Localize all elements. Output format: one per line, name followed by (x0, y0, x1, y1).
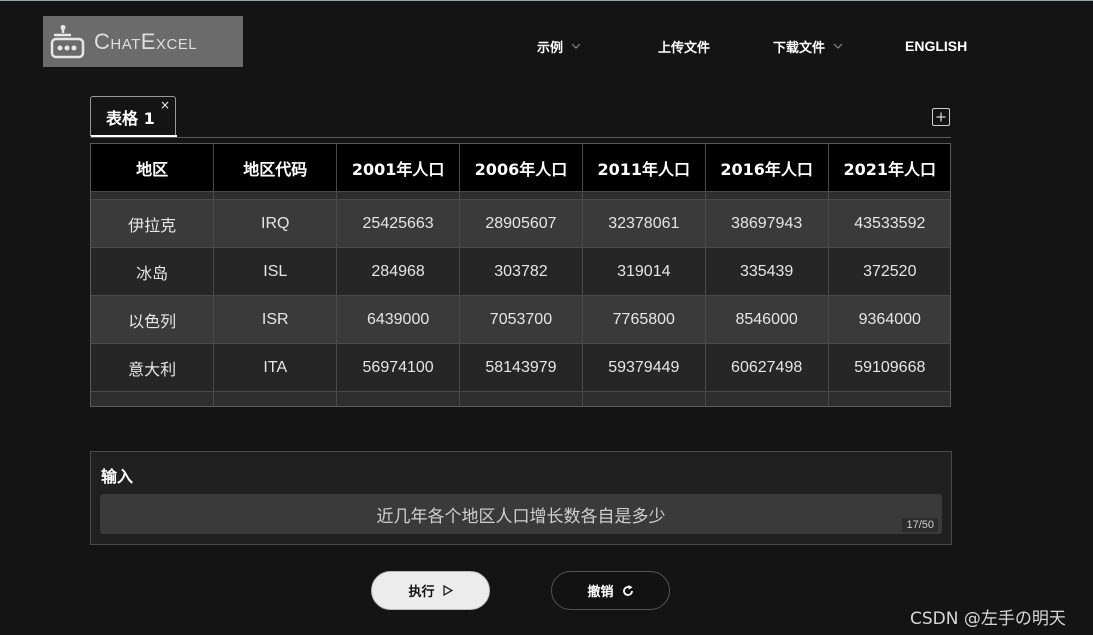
table-cell: IRQ (213, 199, 338, 248)
column-header[interactable]: 地区代码 (213, 144, 338, 192)
query-input-panel: 输入 近几年各个地区人口增长数各自是多少 17/50 (90, 451, 952, 545)
data-table-container[interactable]: 地区 地区代码 2001年人口 2006年人口 2011年人口 2016年人口 … (90, 143, 951, 407)
table-cell: 335439 (705, 247, 829, 296)
undo-button[interactable]: 撤销 (551, 571, 670, 610)
nav-english-toggle[interactable]: ENGLISH (905, 36, 967, 56)
robot-icon (48, 23, 86, 61)
table-cell: 28905607 (459, 199, 583, 248)
table-cell: ISR (213, 295, 338, 344)
table-cell: 58143979 (459, 343, 583, 392)
table-row-partial (91, 391, 950, 406)
app-logo[interactable]: ChatExcel (43, 16, 243, 67)
input-heading: 输入 (101, 467, 134, 486)
nav-example-label: 示例 (537, 40, 564, 56)
table-cell: 284968 (336, 247, 461, 296)
column-header[interactable]: 2016年人口 (705, 144, 829, 192)
tab-bar-divider (90, 137, 951, 138)
column-header[interactable]: 地区 (91, 144, 215, 192)
table-cell: 9364000 (828, 295, 950, 344)
nav-download-label: 下载文件 (773, 40, 826, 56)
table-header-row: 地区 地区代码 2001年人口 2006年人口 2011年人口 2016年人口 … (91, 144, 950, 192)
run-button[interactable]: 执行 (371, 571, 490, 610)
nav-example-menu[interactable]: 示例 (537, 36, 581, 56)
table-cell: ITA (213, 343, 338, 392)
play-icon (442, 585, 453, 596)
data-table: 地区 地区代码 2001年人口 2006年人口 2011年人口 2016年人口 … (91, 144, 950, 406)
table-cell: 8546000 (705, 295, 829, 344)
table-cell: 59379449 (582, 343, 706, 392)
chevron-down-icon (571, 43, 581, 49)
table-cell: 303782 (459, 247, 583, 296)
nav-upload-file[interactable]: 上传文件 (658, 36, 710, 56)
chevron-down-icon (833, 43, 843, 49)
refresh-icon (622, 584, 634, 597)
table-cell: 59109668 (828, 343, 950, 392)
tab-sheet-1[interactable]: 表格 1 × (90, 96, 176, 136)
column-header[interactable]: 2001年人口 (336, 144, 461, 192)
close-icon[interactable]: × (160, 98, 170, 112)
query-input-text: 近几年各个地区人口增长数各自是多少 (376, 506, 666, 527)
table-cell: 6439000 (336, 295, 461, 344)
table-cell: 38697943 (705, 199, 829, 248)
column-header[interactable]: 2011年人口 (582, 144, 706, 192)
plus-icon (936, 112, 946, 122)
run-button-label: 执行 (408, 585, 435, 600)
table-cell: 32378061 (582, 199, 706, 248)
logo-text: ChatExcel (94, 28, 198, 54)
column-header[interactable]: 2021年人口 (828, 144, 950, 192)
table-cell: 7053700 (459, 295, 583, 344)
char-counter: 17/50 (902, 518, 938, 532)
table-cell: 319014 (582, 247, 706, 296)
table-row-partial (91, 191, 950, 200)
watermark-text: CSDN @左手の明天 (910, 609, 1066, 629)
table-cell: 25425663 (336, 199, 461, 248)
undo-button-label: 撤销 (587, 585, 614, 600)
table-row[interactable]: 以色列 ISR 6439000 7053700 7765800 8546000 … (91, 295, 950, 344)
query-input[interactable]: 近几年各个地区人口增长数各自是多少 17/50 (100, 494, 942, 534)
table-cell: 7765800 (582, 295, 706, 344)
nav-upload-label: 上传文件 (658, 40, 711, 56)
table-cell: 372520 (828, 247, 950, 296)
table-cell: 意大利 (91, 343, 215, 392)
table-cell: 伊拉克 (91, 199, 215, 248)
table-row[interactable]: 意大利 ITA 56974100 58143979 59379449 60627… (91, 343, 950, 392)
tab-label: 表格 1 (106, 108, 155, 128)
nav-english-label: ENGLISH (905, 38, 968, 54)
table-cell: ISL (213, 247, 338, 296)
table-cell: 冰岛 (91, 247, 215, 296)
table-row[interactable]: 伊拉克 IRQ 25425663 28905607 32378061 38697… (91, 199, 950, 248)
column-header[interactable]: 2006年人口 (459, 144, 583, 192)
table-cell: 56974100 (336, 343, 461, 392)
table-cell: 60627498 (705, 343, 829, 392)
table-cell: 43533592 (828, 199, 950, 248)
add-tab-button[interactable] (932, 108, 950, 126)
table-row[interactable]: 冰岛 ISL 284968 303782 319014 335439 37252… (91, 247, 950, 296)
table-cell: 以色列 (91, 295, 215, 344)
window-top-border (0, 0, 1093, 1)
nav-download-menu[interactable]: 下载文件 (773, 36, 843, 56)
